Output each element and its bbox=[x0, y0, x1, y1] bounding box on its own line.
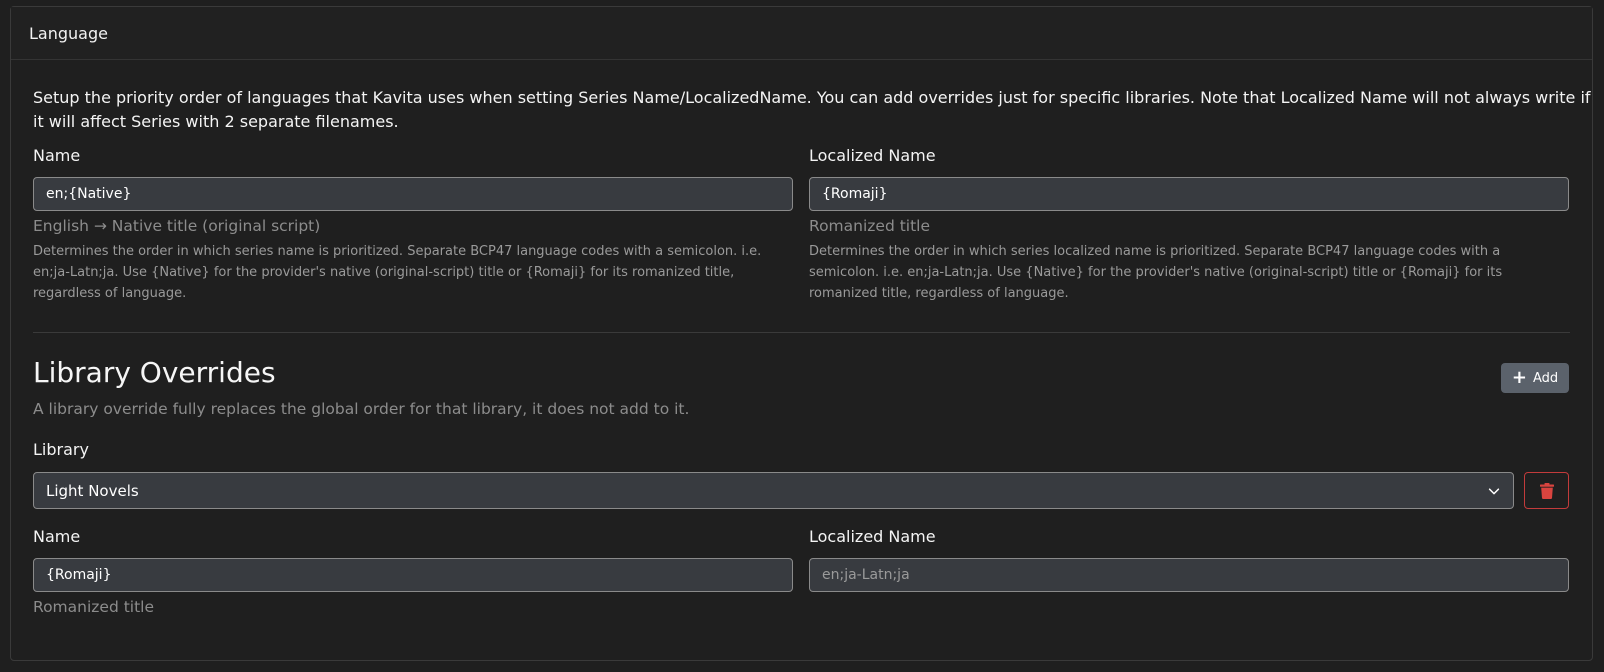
global-localized-name-group: Localized Name {Romaji} Romanized title … bbox=[809, 145, 1569, 304]
override-localized-name-input[interactable]: en;ja-Latn;ja bbox=[809, 558, 1569, 592]
chevron-down-icon bbox=[1488, 487, 1500, 494]
name-help-text: Determines the order in which series nam… bbox=[33, 244, 762, 301]
library-overrides-title: Library Overrides bbox=[33, 356, 276, 389]
card-header: Language bbox=[11, 7, 1592, 60]
global-name-group: Name en;{Native} English → Native title … bbox=[33, 145, 793, 304]
card-title: Language bbox=[29, 23, 108, 43]
library-select[interactable]: Light Novels bbox=[33, 472, 1514, 509]
name-input[interactable]: en;{Native} bbox=[33, 177, 793, 211]
add-override-button[interactable]: + Add bbox=[1501, 363, 1569, 393]
name-label: Name bbox=[33, 146, 81, 165]
settings-description: Setup the priority order of languages th… bbox=[33, 88, 1591, 131]
plus-icon: + bbox=[1511, 367, 1527, 388]
localized-name-input[interactable]: {Romaji} bbox=[809, 177, 1569, 211]
section-divider bbox=[33, 332, 1570, 333]
override-name-input[interactable]: {Romaji} bbox=[33, 558, 793, 592]
localized-name-help-text: Determines the order in which series loc… bbox=[809, 244, 1503, 301]
override-name-group: Name {Romaji} Romanized title bbox=[33, 526, 793, 618]
add-button-label: Add bbox=[1532, 370, 1559, 386]
library-select-value: Light Novels bbox=[46, 481, 139, 500]
override-localized-name-group: Localized Name en;ja-Latn;ja bbox=[809, 526, 1569, 592]
trash-icon bbox=[1539, 482, 1554, 499]
library-label: Library bbox=[33, 440, 89, 459]
localized-name-label: Localized Name bbox=[809, 146, 936, 165]
language-card: Language Setup the priority order of lan… bbox=[10, 6, 1593, 661]
localized-name-hint: Romanized title bbox=[809, 217, 931, 235]
override-name-label: Name bbox=[33, 527, 81, 546]
override-name-hint: Romanized title bbox=[33, 598, 155, 616]
name-hint: English → Native title (original script) bbox=[33, 217, 321, 235]
override-localized-name-label: Localized Name bbox=[809, 527, 936, 546]
delete-override-button[interactable] bbox=[1524, 472, 1569, 509]
library-overrides-subtitle: A library override fully replaces the gl… bbox=[33, 400, 690, 418]
